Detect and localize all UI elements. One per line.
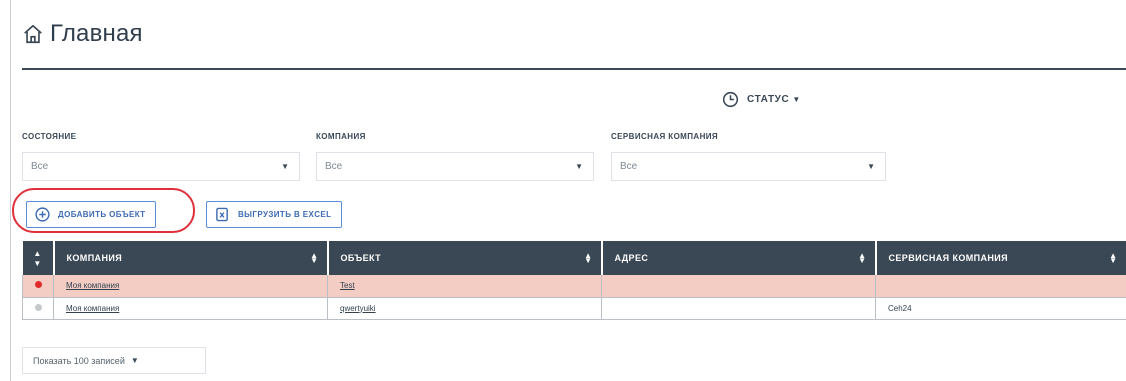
status-dropdown[interactable]: СТАТУС ▼ bbox=[722, 91, 801, 108]
page-size-select[interactable]: Показать 100 записей ▼ bbox=[22, 347, 206, 374]
page-title: Главная bbox=[50, 20, 143, 47]
home-icon bbox=[24, 24, 42, 44]
service-company-column-header[interactable]: СЕРВИСНАЯ КОМПАНИЯ ▲ ▼ bbox=[875, 241, 1126, 275]
filter-company-label: КОМПАНИЯ bbox=[316, 132, 366, 141]
object-link[interactable]: Test bbox=[340, 281, 355, 290]
status-dot-icon bbox=[34, 303, 42, 311]
title-row: Главная bbox=[22, 20, 143, 48]
chevron-down-icon: ▼ bbox=[575, 162, 583, 171]
filter-state-label: СОСТОЯНИЕ bbox=[22, 132, 77, 141]
page-size-label: Показать 100 записей bbox=[33, 355, 125, 366]
company-column-header[interactable]: КОМПАНИЯ ▲ ▼ bbox=[53, 241, 329, 275]
table-row[interactable]: Моя компания qwertyuiki Ceh24 bbox=[22, 297, 1126, 320]
address-cell bbox=[601, 275, 876, 298]
sort-icon: ▲ ▼ bbox=[584, 251, 593, 265]
status-cell bbox=[22, 297, 54, 320]
caret-down-icon: ▼ bbox=[130, 356, 139, 365]
chevron-down-icon: ▼ bbox=[867, 162, 875, 171]
column-label: СЕРВИСНАЯ КОМПАНИЯ bbox=[888, 253, 1009, 263]
filter-service-company-select[interactable]: Все ▼ bbox=[611, 152, 886, 181]
sort-icon: ▲ ▼ bbox=[33, 249, 42, 268]
column-label: ОБЪЕКТ bbox=[340, 253, 382, 263]
add-object-label: ДОБАВИТЬ ОБЪЕКТ bbox=[58, 210, 146, 219]
sort-icon: ▲ ▼ bbox=[858, 251, 867, 265]
filter-service-company-label: СЕРВИСНАЯ КОМПАНИЯ bbox=[611, 132, 719, 141]
service-company-cell: Ceh24 bbox=[875, 297, 1126, 320]
sort-icon: ▲ ▼ bbox=[1109, 251, 1118, 265]
status-column-header[interactable]: ▲ ▼ bbox=[22, 241, 55, 275]
service-company-cell bbox=[875, 275, 1126, 298]
column-label: КОМПАНИЯ bbox=[66, 253, 123, 263]
table-row[interactable]: Моя компания Test bbox=[22, 275, 1126, 298]
left-border bbox=[10, 0, 11, 381]
company-link[interactable]: Моя компания bbox=[66, 281, 119, 290]
address-cell bbox=[601, 297, 876, 320]
company-cell: Моя компания bbox=[53, 297, 328, 320]
object-column-header[interactable]: ОБЪЕКТ ▲ ▼ bbox=[327, 241, 603, 275]
sort-icon: ▲ ▼ bbox=[310, 251, 319, 265]
chevron-down-icon: ▼ bbox=[281, 162, 289, 171]
caret-down-icon: ▼ bbox=[792, 95, 801, 104]
objects-table: ▲ ▼ КОМПАНИЯ ▲ ▼ ОБЪЕКТ ▲ ▼ АДРЕС ▲ ▼ СЕРВИСНАЯ… bbox=[22, 241, 1126, 320]
add-object-button[interactable]: ДОБАВИТЬ ОБЪЕКТ bbox=[26, 201, 157, 228]
filter-company-value: Все bbox=[325, 161, 343, 172]
status-label: СТАТУС bbox=[747, 94, 790, 105]
status-cell bbox=[22, 275, 54, 298]
filter-state-value: Все bbox=[31, 161, 49, 172]
status-dot-icon bbox=[34, 281, 42, 289]
filter-service-company-value: Все bbox=[620, 161, 638, 172]
filter-state-select[interactable]: Все ▼ bbox=[22, 152, 300, 181]
address-column-header[interactable]: АДРЕС ▲ ▼ bbox=[601, 241, 877, 275]
column-label: АДРЕС bbox=[614, 253, 649, 263]
object-cell: qwertyuiki bbox=[327, 297, 602, 320]
plus-circle-icon bbox=[35, 207, 50, 222]
main-page: Главная СТАТУС ▼ СОСТОЯНИЕ Все ▼ КОМПАНИ… bbox=[0, 0, 1126, 381]
company-link[interactable]: Моя компания bbox=[66, 304, 119, 313]
clock-icon bbox=[722, 91, 739, 108]
excel-file-icon bbox=[216, 207, 228, 222]
table-header-row: ▲ ▼ КОМПАНИЯ ▲ ▼ ОБЪЕКТ ▲ ▼ АДРЕС ▲ ▼ СЕРВИСНАЯ… bbox=[22, 241, 1126, 275]
company-cell: Моя компания bbox=[53, 275, 328, 298]
title-divider bbox=[22, 68, 1126, 70]
object-cell: Test bbox=[327, 275, 602, 298]
export-excel-label: ВЫГРУЗИТЬ В EXCEL bbox=[238, 210, 332, 219]
filter-company-select[interactable]: Все ▼ bbox=[316, 152, 594, 181]
object-link[interactable]: qwertyuiki bbox=[340, 304, 376, 313]
export-excel-button[interactable]: ВЫГРУЗИТЬ В EXCEL bbox=[206, 201, 343, 228]
